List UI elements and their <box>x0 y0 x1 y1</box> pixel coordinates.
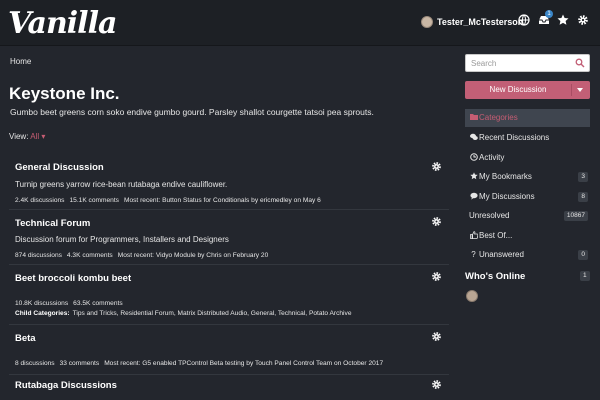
category-gear-icon[interactable] <box>431 214 443 226</box>
category-gear-icon[interactable] <box>431 329 443 341</box>
notification-badge: 1 <box>545 10 553 18</box>
category-title[interactable]: Beta <box>15 333 36 344</box>
sidebar-item-activity[interactable]: Activity <box>465 149 590 167</box>
category-meta: 8 discussions 33 comments Most recent: G5 … <box>15 360 388 367</box>
category-gear-icon[interactable] <box>431 377 443 389</box>
comment-count: 63.5K comments <box>73 300 123 307</box>
category-gear-icon[interactable] <box>431 159 443 171</box>
category-description: Turnip greens yarrow rice-bean rutabaga … <box>15 180 228 189</box>
child-categories-list[interactable]: Tips and Tricks, Residential Forum, Matr… <box>73 310 352 317</box>
most-recent[interactable]: Most recent: G5 enabled TPControl Beta t… <box>104 360 383 367</box>
new-discussion-button[interactable]: New Discussion <box>465 81 590 99</box>
page-title: Keystone Inc. <box>9 84 120 103</box>
inbox-icon[interactable]: 1 <box>537 10 553 28</box>
most-recent[interactable]: Most recent: Button Status for Condition… <box>124 197 321 204</box>
top-header: Vanilla Tester_McTesterson 1 <box>0 0 600 46</box>
count-badge: 10867 <box>563 211 588 221</box>
category-row: Technical Forum Discussion forum for Pro… <box>9 210 449 265</box>
thumbs-up-icon <box>469 231 478 240</box>
view-filter[interactable]: View: All ▾ <box>9 132 45 141</box>
sidebar-item-label: Activity <box>479 153 505 162</box>
comment-count: 4.3K comments <box>66 252 113 259</box>
category-title[interactable]: Technical Forum <box>15 218 90 229</box>
sidebar-item-unanswered[interactable]: ? Unanswered 0 <box>465 246 590 264</box>
sidebar-item-label: My Discussions <box>479 192 535 201</box>
sidebar-item-label: Unresolved <box>469 211 510 220</box>
count-badge: 3 <box>578 172 588 182</box>
star-icon <box>469 172 478 181</box>
chevron-down-icon[interactable] <box>577 88 583 92</box>
category-meta: 2.4K discussions 15.1K comments Most recen… <box>15 197 326 204</box>
button-divider <box>571 84 572 96</box>
whos-online-count: 1 <box>580 271 590 281</box>
search-icon[interactable] <box>575 58 585 68</box>
new-discussion-label[interactable]: New Discussion <box>465 85 571 94</box>
breadcrumb[interactable]: Home <box>10 57 31 66</box>
view-value[interactable]: All <box>30 132 39 141</box>
sidebar-item-best-of[interactable]: Best Of... <box>465 227 590 245</box>
discussion-count: 8 discussions <box>15 360 55 367</box>
category-row: Beet broccoli kombu beet 10.8K discussio… <box>9 265 449 325</box>
category-meta: 10.8K discussions 63.5K comments <box>15 300 128 307</box>
sidebar-item-unresolved[interactable]: Unresolved 10867 <box>465 207 590 225</box>
chevron-down-icon[interactable]: ▾ <box>41 132 45 141</box>
sidebar-item-label: Best Of... <box>479 231 513 240</box>
gear-icon[interactable] <box>576 14 590 28</box>
category-row: Rutabaga Discussions <box>9 375 449 400</box>
sidebar-item-my-discussions[interactable]: My Discussions 8 <box>465 188 590 206</box>
most-recent[interactable]: Most recent: Vidyo Module by Chris on Fe… <box>118 252 269 259</box>
count-badge: 0 <box>578 250 588 260</box>
category-title[interactable]: Beet broccoli kombu beet <box>15 273 131 284</box>
avatar <box>421 16 433 28</box>
category-title[interactable]: General Discussion <box>15 162 104 173</box>
chat-bubble-icon <box>469 192 478 201</box>
category-title[interactable]: Rutabaga Discussions <box>15 380 117 391</box>
category-gear-icon[interactable] <box>431 269 443 281</box>
discussion-count: 2.4K discussions <box>15 197 65 204</box>
child-categories: Child Categories: Tips and Tricks, Reside… <box>15 310 351 317</box>
comment-count: 15.1K comments <box>69 197 119 204</box>
folder-icon <box>469 113 478 122</box>
sidebar-item-label: My Bookmarks <box>479 172 532 181</box>
sidebar-item-recent-discussions[interactable]: Recent Discussions <box>465 129 590 147</box>
discussion-count: 874 discussions <box>15 252 62 259</box>
vanilla-logo[interactable]: Vanilla <box>8 6 117 41</box>
category-row: Beta 8 discussions 33 comments Most recent… <box>9 325 449 375</box>
category-description: Discussion forum for Programmers, Instal… <box>15 235 229 244</box>
category-meta: 874 discussions 4.3K comments Most recent:… <box>15 252 273 259</box>
comment-count: 33 comments <box>59 360 100 367</box>
avatar[interactable] <box>466 290 478 302</box>
child-categories-label: Child Categories: <box>15 310 70 317</box>
category-row: General Discussion Turnip greens yarrow … <box>9 154 449 210</box>
search-input[interactable] <box>471 58 571 69</box>
chat-bubbles-icon <box>469 133 478 142</box>
globe-icon[interactable] <box>517 14 531 28</box>
star-icon[interactable] <box>556 14 570 28</box>
page-description: Gumbo beet greens corn soko endive gumbo… <box>10 107 374 117</box>
sidebar-item-bookmarks[interactable]: My Bookmarks 3 <box>465 168 590 186</box>
clock-icon <box>469 153 478 162</box>
sidebar-item-categories[interactable]: Categories <box>465 109 590 127</box>
user-menu[interactable]: Tester_McTesterson <box>421 16 523 28</box>
discussion-count: 10.8K discussions <box>15 300 69 307</box>
count-badge: 8 <box>578 192 588 202</box>
username[interactable]: Tester_McTesterson <box>437 17 523 27</box>
sidebar-item-label: Recent Discussions <box>479 133 550 142</box>
search-box[interactable] <box>465 54 590 72</box>
whos-online-heading: Who's Online <box>465 271 526 282</box>
sidebar-item-label: Categories <box>479 113 518 122</box>
sidebar-item-label: Unanswered <box>479 250 524 259</box>
view-label: View: <box>9 132 29 141</box>
question-icon: ? <box>471 250 476 259</box>
